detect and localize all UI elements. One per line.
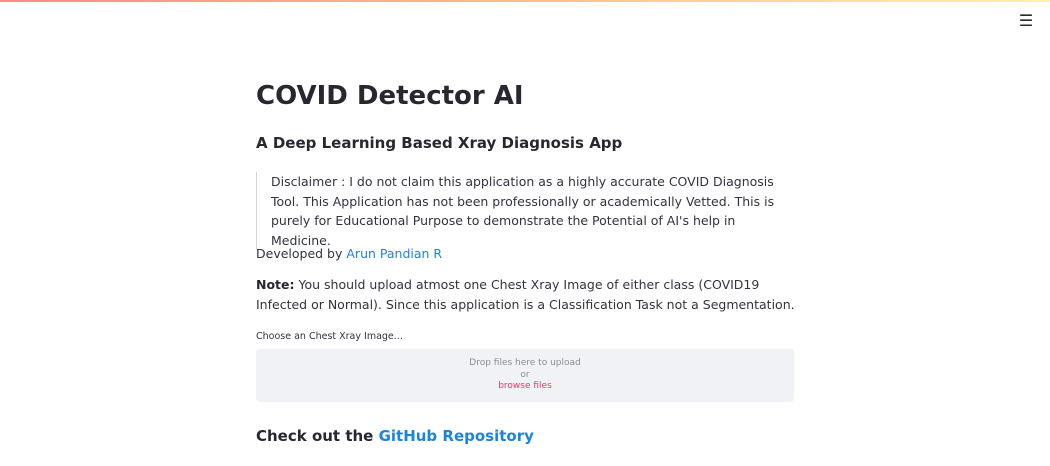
developer-link[interactable]: Arun Pandian R xyxy=(346,246,442,261)
dropzone-or: or xyxy=(520,369,530,380)
dropzone-instructions: Drop files here to upload xyxy=(469,358,581,369)
top-decoration-bar xyxy=(0,0,1050,2)
github-repository-link[interactable]: GitHub Repository xyxy=(379,427,534,445)
page-title: COVID Detector AI xyxy=(256,81,524,111)
uploader-label: Choose an Chest Xray Image... xyxy=(256,331,403,342)
browse-files-button[interactable]: browse files xyxy=(498,381,552,393)
disclaimer-blockquote: Disclaimer : I do not claim this applica… xyxy=(256,172,796,250)
hamburger-icon[interactable]: ☰ xyxy=(1016,12,1036,30)
note-text: You should upload atmost one Chest Xray … xyxy=(256,277,795,312)
developer-credit: Developed by Arun Pandian R xyxy=(256,244,796,263)
file-dropzone[interactable]: Drop files here to upload or browse file… xyxy=(256,349,794,402)
note-label: Note: xyxy=(256,277,295,292)
github-prefix: Check out the xyxy=(256,427,379,445)
note-paragraph: Note: You should upload atmost one Chest… xyxy=(256,275,796,314)
page-subtitle: A Deep Learning Based Xray Diagnosis App xyxy=(256,134,623,152)
github-heading: Check out the GitHub Repository xyxy=(256,426,796,446)
developer-prefix: Developed by xyxy=(256,246,347,261)
